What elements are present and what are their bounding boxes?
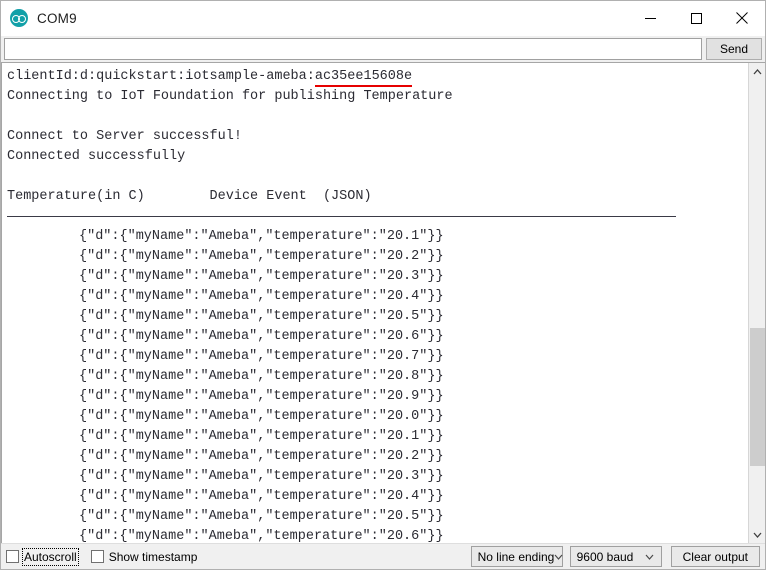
device-event-line: {"d":{"myName":"Ameba","temperature":"20… bbox=[79, 409, 444, 424]
console-area: clientId:d:quickstart:iotsample-ameba:ac… bbox=[1, 62, 765, 543]
device-event-line: {"d":{"myName":"Ameba","temperature":"20… bbox=[79, 509, 444, 524]
send-button[interactable]: Send bbox=[706, 38, 762, 60]
device-event-line: {"d":{"myName":"Ameba","temperature":"20… bbox=[79, 469, 444, 484]
console-output[interactable]: clientId:d:quickstart:iotsample-ameba:ac… bbox=[2, 63, 748, 543]
maximize-button[interactable] bbox=[673, 1, 719, 35]
scroll-down-button[interactable] bbox=[749, 526, 766, 543]
chevron-down-icon bbox=[639, 554, 661, 560]
console-line: Temperature(in C) Device Event (JSON) bbox=[7, 189, 372, 204]
minimize-icon bbox=[644, 17, 656, 19]
baud-rate-value: 9600 baud bbox=[576, 549, 634, 564]
window-title: COM9 bbox=[37, 10, 77, 26]
title-bar: COM9 bbox=[1, 1, 765, 36]
show-timestamp-label: Show timestamp bbox=[108, 549, 198, 564]
send-input[interactable] bbox=[4, 38, 702, 60]
device-event-line: {"d":{"myName":"Ameba","temperature":"20… bbox=[79, 489, 444, 504]
show-timestamp-checkbox[interactable] bbox=[90, 550, 104, 563]
arduino-logo-icon bbox=[10, 9, 28, 27]
status-bar: Autoscroll Show timestamp No line ending… bbox=[1, 543, 765, 569]
chevron-down-icon bbox=[753, 532, 762, 538]
chevron-down-icon bbox=[554, 554, 563, 560]
console-separator-rule bbox=[7, 207, 748, 227]
serial-monitor-window: COM9 Send clientId:d:quickstart:iotsampl… bbox=[0, 0, 766, 570]
device-event-line: {"d":{"myName":"Ameba","temperature":"20… bbox=[79, 229, 444, 244]
console-line: Connect to Server successful! bbox=[7, 129, 242, 144]
close-button[interactable] bbox=[719, 1, 765, 35]
console-line: Connected successfully bbox=[7, 149, 186, 164]
device-event-line: {"d":{"myName":"Ameba","temperature":"20… bbox=[79, 349, 444, 364]
device-event-line: {"d":{"myName":"Ameba","temperature":"20… bbox=[79, 449, 444, 464]
device-event-line: {"d":{"myName":"Ameba","temperature":"20… bbox=[79, 429, 444, 444]
device-event-line: {"d":{"myName":"Ameba","temperature":"20… bbox=[79, 329, 444, 344]
console-line: Connecting to IoT Foundation for publish… bbox=[7, 89, 453, 104]
device-event-line: {"d":{"myName":"Ameba","temperature":"20… bbox=[79, 289, 444, 304]
scrollbar-thumb[interactable] bbox=[750, 328, 765, 466]
device-event-line: {"d":{"myName":"Ameba","temperature":"20… bbox=[79, 269, 444, 284]
chevron-up-icon bbox=[753, 68, 762, 74]
line-ending-select[interactable]: No line ending bbox=[470, 546, 563, 567]
device-event-line: {"d":{"myName":"Ameba","temperature":"20… bbox=[79, 309, 444, 324]
window-controls bbox=[627, 1, 765, 35]
highlighted-client-id: ac35ee15608e bbox=[314, 69, 413, 87]
device-event-line: {"d":{"myName":"Ameba","temperature":"20… bbox=[79, 369, 444, 384]
minimize-button[interactable] bbox=[627, 1, 673, 35]
send-row: Send bbox=[1, 36, 765, 62]
show-timestamp-checkbox-group[interactable]: Show timestamp bbox=[90, 549, 198, 564]
maximize-icon bbox=[690, 12, 702, 24]
scroll-up-button[interactable] bbox=[749, 63, 766, 80]
clear-output-button[interactable]: Clear output bbox=[670, 546, 760, 567]
autoscroll-checkbox[interactable] bbox=[6, 550, 19, 563]
close-icon bbox=[736, 12, 748, 24]
device-event-line: {"d":{"myName":"Ameba","temperature":"20… bbox=[79, 389, 444, 404]
console-scrollbar[interactable] bbox=[748, 63, 765, 543]
autoscroll-label: Autoscroll bbox=[22, 547, 79, 566]
status-bar-right: No line ending 9600 baud Clear output bbox=[464, 546, 760, 567]
console-line: clientId:d:quickstart:iotsample-ameba:ac… bbox=[7, 67, 748, 87]
autoscroll-checkbox-group[interactable]: Autoscroll bbox=[6, 547, 79, 566]
baud-rate-select[interactable]: 9600 baud bbox=[569, 546, 662, 567]
device-event-line: {"d":{"myName":"Ameba","temperature":"20… bbox=[79, 249, 444, 264]
device-event-line: {"d":{"myName":"Ameba","temperature":"20… bbox=[79, 529, 444, 543]
line-ending-value: No line ending bbox=[477, 549, 555, 564]
